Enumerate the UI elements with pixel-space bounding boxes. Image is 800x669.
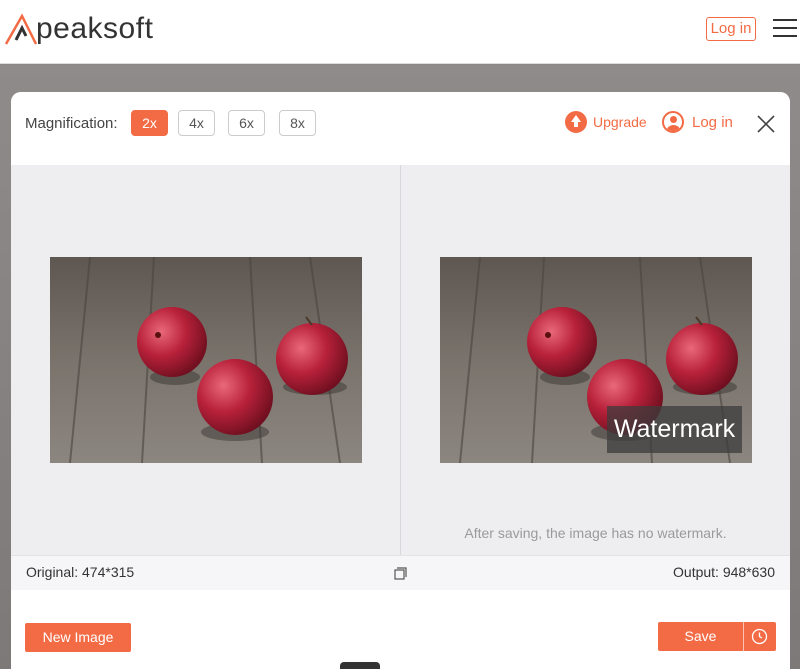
save-button[interactable]: Save	[658, 622, 743, 651]
compare-icon[interactable]	[394, 567, 407, 580]
user-icon	[662, 111, 684, 133]
modal-login-label: Log in	[692, 113, 733, 131]
magnification-6x-button[interactable]: 6x	[228, 110, 265, 136]
modal-toolbar: Magnification: 2x 4x 6x 8x Upgrade Log i…	[11, 92, 790, 165]
magnification-8x-button[interactable]: 8x	[279, 110, 316, 136]
upgrade-button[interactable]: Upgrade	[565, 111, 647, 133]
upgrade-label: Upgrade	[593, 114, 647, 130]
original-apples-photo	[50, 257, 362, 463]
output-size: Output: 948*630	[673, 564, 775, 580]
watermark-note: After saving, the image has no watermark…	[464, 525, 727, 541]
info-bar: Original: 474*315 Output: 948*630	[11, 555, 790, 590]
hamburger-menu-icon[interactable]	[773, 19, 797, 37]
brand-logo[interactable]: peaksoft	[4, 10, 153, 46]
upgrade-arrow-icon	[565, 111, 587, 133]
original-size: Original: 474*315	[26, 564, 135, 580]
magnification-label: Magnification:	[25, 115, 118, 132]
panel-divider	[400, 165, 401, 555]
magnification-4x-button[interactable]: 4x	[178, 110, 215, 136]
modal-login-button[interactable]: Log in	[662, 111, 733, 133]
original-image	[50, 257, 362, 463]
history-clock-icon[interactable]	[751, 628, 768, 645]
header-login-button[interactable]: Log in	[706, 17, 756, 41]
upscale-modal: Magnification: 2x 4x 6x 8x Upgrade Log i…	[11, 92, 790, 669]
site-header: peaksoft Log in	[0, 0, 800, 64]
close-icon[interactable]	[756, 114, 776, 134]
watermark-overlay: Watermark	[607, 406, 742, 453]
peaksoft-logo-icon	[4, 13, 38, 45]
modal-footer: New Image Save	[11, 590, 790, 669]
save-button-group: Save	[658, 622, 776, 651]
magnification-2x-button[interactable]: 2x	[131, 110, 168, 136]
save-separator	[743, 622, 744, 651]
brand-name: peaksoft	[36, 12, 154, 45]
background-content-peek	[340, 662, 380, 669]
new-image-button[interactable]: New Image	[25, 623, 131, 652]
preview-panels: Watermark After saving, the image has no…	[11, 165, 790, 555]
output-image: Watermark	[440, 257, 752, 463]
